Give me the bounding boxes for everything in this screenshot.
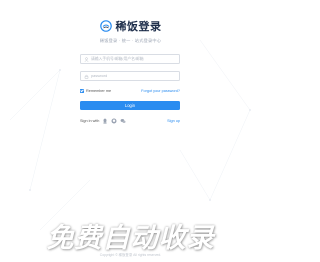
forgot-password-link[interactable]: Forgot your password? bbox=[141, 89, 180, 93]
password-placeholder: password bbox=[91, 74, 108, 78]
social-signin: Sign in with bbox=[80, 118, 126, 124]
logo-row: 稀饭登录 bbox=[0, 18, 261, 34]
remember-row: Remember me Forgot your password? bbox=[80, 89, 180, 93]
user-icon bbox=[84, 56, 89, 62]
username-field[interactable]: 请输入手机号/邮箱/用户名/邮箱 bbox=[80, 54, 180, 64]
social-row: Sign in with Sign up bbox=[80, 118, 180, 124]
signup-link[interactable]: Sign up bbox=[167, 119, 180, 123]
github-icon[interactable] bbox=[111, 118, 117, 124]
promo-banner: 免费自动收录 bbox=[46, 223, 215, 253]
logo-icon bbox=[99, 20, 112, 32]
username-placeholder: 请输入手机号/邮箱/用户名/邮箱 bbox=[91, 56, 144, 61]
wechat-icon[interactable] bbox=[120, 118, 126, 124]
app-subtitle: 稀饭登录 · 统一 · 站式登录中心 bbox=[99, 38, 162, 43]
remember-label: Remember me bbox=[86, 89, 112, 93]
password-field[interactable]: password bbox=[80, 71, 180, 81]
remember-me[interactable]: Remember me bbox=[80, 89, 111, 93]
login-header: 稀饭登录 稀饭登录 · 统一 · 站式登录中心 bbox=[0, 18, 261, 44]
app-title: 稀饭登录 bbox=[115, 21, 162, 33]
signin-with-label: Sign in with bbox=[80, 119, 100, 123]
remember-checkbox[interactable] bbox=[80, 89, 84, 93]
qq-icon[interactable] bbox=[102, 118, 108, 124]
login-button[interactable]: Login bbox=[80, 101, 180, 110]
lock-icon bbox=[84, 74, 89, 79]
footer-copyright: Copyright © 稀饭登录 All rights reserved. bbox=[99, 253, 162, 257]
